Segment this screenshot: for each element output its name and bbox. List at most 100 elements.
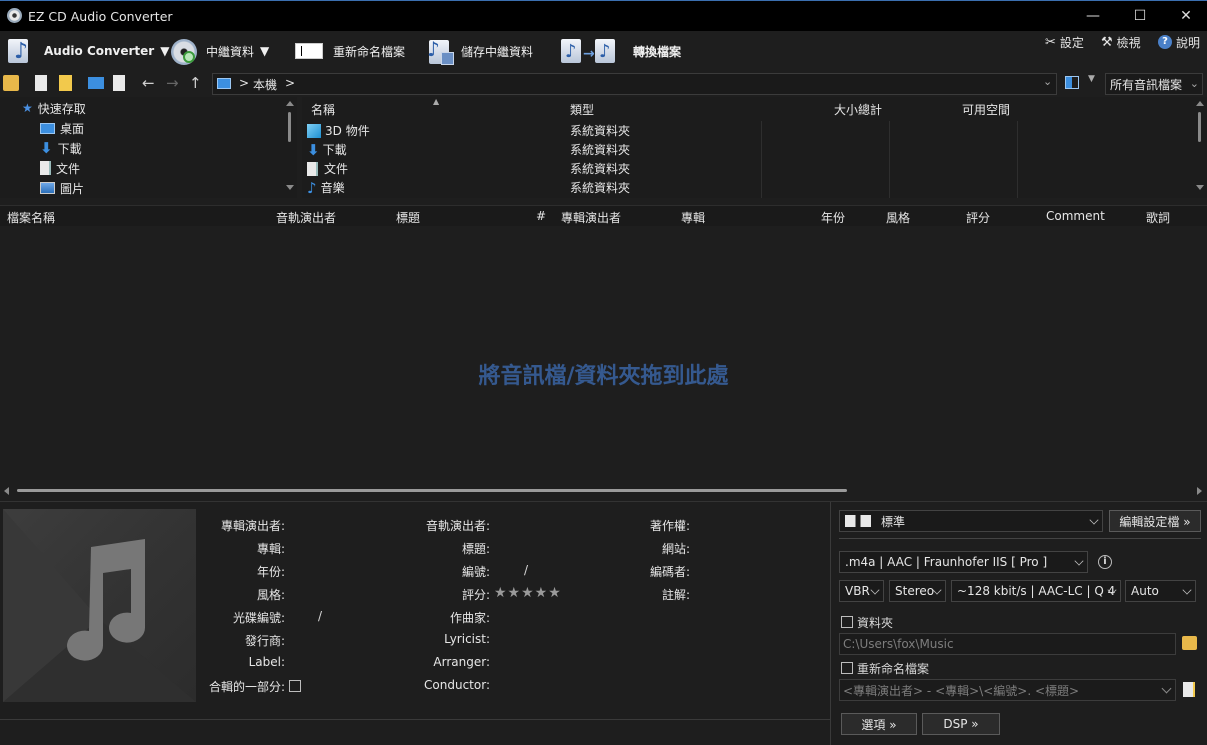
drop-hint: 將音訊檔/資料夾拖到此處 [478, 364, 729, 389]
column-header-type[interactable]: 類型 [570, 97, 594, 121]
chevron-down-icon: ▼ [160, 44, 170, 58]
file-type: 系統資料夾 [570, 143, 631, 157]
list-item[interactable]: 文件 [307, 159, 348, 178]
music-file-icon[interactable] [113, 75, 125, 91]
scrollbar-thumb[interactable] [288, 112, 291, 142]
pictures-icon [40, 182, 55, 194]
folder-open-icon[interactable] [3, 75, 19, 91]
compilation-checkbox[interactable] [289, 680, 301, 692]
tree-item-quick-access[interactable]: ★ 快速存取 [22, 98, 86, 118]
quality-select[interactable]: ~128 kbit/s | AAC-LC | Q 4 [951, 580, 1121, 602]
copyright-label: 著作權: [649, 519, 690, 533]
disc-number-label: 光碟編號: [232, 611, 285, 625]
rename-files-button[interactable]: 重新命名檔案 [295, 31, 405, 71]
chevron-down-icon[interactable]: ▼ [1088, 74, 1095, 84]
scrollbar-thumb[interactable] [17, 489, 847, 492]
scrollbar-thumb[interactable] [1198, 112, 1201, 142]
back-arrow-icon[interactable]: ← [142, 74, 155, 92]
edit-profile-button[interactable]: 編輯設定檔 » [1109, 510, 1201, 532]
options-button[interactable]: 選項 » [841, 713, 917, 735]
column-header-title[interactable]: 標題 [396, 209, 420, 226]
settings-button[interactable]: ✂ 設定 [1045, 34, 1084, 50]
column-header-free-space[interactable]: 可用空間 [962, 97, 1010, 121]
tree-item-label: 下載 [57, 141, 82, 156]
rename-pattern-field[interactable]: <專輯演出者> - <專輯>\<編號>. <標題> [839, 679, 1176, 701]
metadata-menu[interactable]: 中繼資料 ▼ [170, 31, 269, 71]
genre-label: 風格: [256, 588, 285, 602]
forward-arrow-icon[interactable]: → [166, 74, 179, 92]
address-separator: > [239, 76, 250, 90]
disc-number-separator[interactable]: / [318, 609, 322, 623]
view-button[interactable]: ⚒ 檢視 [1101, 34, 1141, 50]
column-header-year[interactable]: 年份 [821, 209, 845, 226]
composer-label: 作曲家: [449, 611, 490, 625]
track-number-separator[interactable]: / [524, 563, 528, 577]
column-header-genre[interactable]: 風格 [886, 209, 910, 226]
column-header-lyrics[interactable]: 歌詞 [1146, 209, 1170, 226]
file-name: 下載 [322, 143, 347, 157]
profile-select[interactable]: 標準 [839, 510, 1103, 532]
up-arrow-icon[interactable]: ↑ [189, 74, 202, 92]
format-select[interactable]: .m4a | AAC | Fraunhofer IIS [ Pro ] [839, 551, 1088, 573]
column-header-number[interactable]: # [536, 209, 546, 223]
scroll-left-icon[interactable] [4, 487, 9, 495]
tree-item-pictures[interactable]: 圖片 [40, 178, 84, 198]
help-button[interactable]: ? 說明 [1158, 34, 1200, 50]
sample-rate-select[interactable]: Auto [1125, 580, 1196, 602]
address-separator[interactable]: > [285, 76, 295, 90]
column-header-filename[interactable]: 檔案名稱 [7, 209, 55, 226]
file-type-filter[interactable]: 所有音訊檔案 ⌄ [1105, 73, 1203, 95]
browse-folder-icon[interactable] [1182, 636, 1197, 650]
hammer-icon: ⚒ [1101, 34, 1113, 50]
rating-label: 評分: [461, 588, 490, 602]
output-folder-field[interactable]: C:\Users\fox\Music [839, 633, 1176, 655]
track-list-drop-area[interactable]: 將音訊檔/資料夾拖到此處 [0, 226, 1207, 483]
navigation-bar: ← → ↑ > 本機 > ⌄ ▼ 所有音訊檔案 ⌄ [0, 71, 1207, 97]
chevron-down-icon[interactable]: ⌄ [1043, 75, 1052, 88]
bitrate-mode-select[interactable]: VBR [839, 580, 884, 602]
list-item[interactable]: ♪ 音樂 [307, 178, 345, 197]
rating-stars[interactable]: ★★★★★ [494, 585, 562, 601]
save-metadata-button[interactable]: ♪ 儲存中繼資料 [425, 31, 533, 71]
album-art[interactable] [3, 509, 196, 702]
track-list-horizontal-scrollbar[interactable] [0, 483, 1207, 500]
column-header-track-artist[interactable]: 音軌演出者 [276, 209, 336, 226]
star-icon: ★ [22, 101, 33, 115]
rename-checkbox[interactable] [841, 662, 853, 674]
list-item[interactable]: 3D 物件 [307, 121, 370, 140]
view-mode-icon[interactable] [1065, 76, 1079, 89]
list-item[interactable]: ⬇ 下載 [307, 140, 347, 159]
folder-checkbox[interactable] [841, 616, 853, 628]
file-type: 系統資料夾 [570, 162, 631, 176]
minimize-button[interactable]: — [1070, 1, 1116, 31]
tree-item-documents[interactable]: 文件 [40, 158, 80, 178]
column-header-size[interactable]: 大小總計 [834, 97, 882, 121]
dsp-button[interactable]: DSP » [922, 713, 1000, 735]
column-header-rating[interactable]: 評分 [966, 209, 990, 226]
audio-converter-menu[interactable]: ♪ Audio Converter ▼ [8, 31, 169, 71]
tree-scrollbar[interactable] [283, 97, 297, 198]
channels-select[interactable]: Stereo [889, 580, 946, 602]
file-list-scrollbar[interactable] [1193, 97, 1207, 198]
file-type: 系統資料夾 [570, 181, 631, 195]
file-type-filter-value: 所有音訊檔案 [1110, 77, 1183, 92]
maximize-button[interactable]: ☐ [1117, 1, 1163, 31]
tree-item-desktop[interactable]: 桌面 [40, 118, 84, 138]
edit-pattern-icon[interactable] [1183, 682, 1195, 697]
column-header-album[interactable]: 專輯 [681, 209, 705, 226]
add-folder-icon[interactable] [59, 75, 72, 91]
convert-files-button[interactable]: ♪ → ♪ 轉換檔案 [561, 31, 681, 71]
address-bar[interactable]: > 本機 > ⌄ [212, 73, 1057, 95]
close-button[interactable]: ✕ [1163, 1, 1207, 31]
column-header-album-artist[interactable]: 專輯演出者 [561, 209, 621, 226]
desktop-icon[interactable] [88, 77, 104, 89]
scroll-right-icon[interactable] [1197, 487, 1202, 495]
file-browser: ▲ 名稱 類型 大小總計 可用空間 3D 物件 系統資料夾 ⬇ 下載 系統資料夾… [302, 97, 1207, 198]
settings-label: 設定 [1059, 35, 1084, 50]
add-file-icon[interactable] [35, 75, 47, 91]
column-header-comment[interactable]: Comment [1046, 209, 1105, 223]
info-icon[interactable]: i [1098, 555, 1112, 569]
tree-item-downloads[interactable]: ⬇ 下載 [40, 138, 82, 158]
column-header-name[interactable]: 名稱 [311, 97, 335, 121]
address-path[interactable]: 本機 [253, 76, 277, 93]
